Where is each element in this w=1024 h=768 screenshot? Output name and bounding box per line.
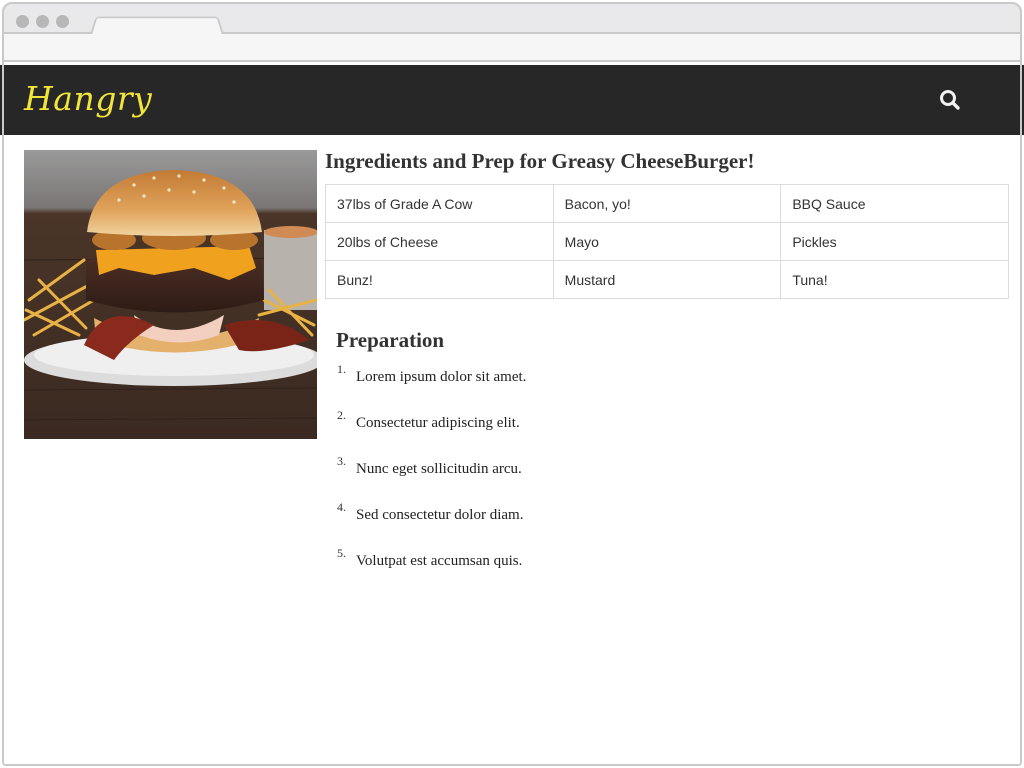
ingredient-cell: Bunz!	[325, 260, 554, 299]
ingredient-cell: Bacon, yo!	[552, 184, 782, 223]
step-text: Consectetur adipiscing elit.	[356, 415, 520, 431]
ingredients-table: 37lbs of Grade A Cow Bacon, yo! BBQ Sauc…	[325, 184, 1009, 299]
ingredient-cell: 20lbs of Cheese	[325, 222, 554, 261]
search-button[interactable]	[936, 86, 964, 114]
list-item: 2. Consectetur adipiscing elit.	[336, 408, 936, 454]
window-close-dot[interactable]	[16, 15, 29, 28]
step-number: 1.	[337, 362, 346, 376]
ingredient-cell: 37lbs of Grade A Cow	[325, 184, 554, 223]
table-row: 37lbs of Grade A Cow Bacon, yo! BBQ Sauc…	[325, 184, 1009, 223]
ingredient-cell: BBQ Sauce	[780, 184, 1009, 223]
address-bar[interactable]	[3, 34, 1021, 62]
preparation-steps: 1. Lorem ipsum dolor sit amet. 2. Consec…	[336, 362, 936, 592]
list-item: 5. Volutpat est accumsan quis.	[336, 546, 936, 592]
burger-photo	[24, 150, 317, 439]
app-header: Hangry	[0, 65, 1024, 135]
table-row: 20lbs of Cheese Mayo Pickles	[325, 222, 1009, 261]
ingredient-cell: Mayo	[552, 222, 782, 261]
list-item: 1. Lorem ipsum dolor sit amet.	[336, 362, 936, 408]
window-minimize-dot[interactable]	[36, 15, 49, 28]
browser-titlebar	[3, 3, 1021, 38]
step-text: Lorem ipsum dolor sit amet.	[356, 369, 527, 385]
list-item: 4. Sed consectetur dolor diam.	[336, 500, 936, 546]
step-number: 4.	[337, 500, 346, 514]
list-item: 3. Nunc eget sollicitudin arcu.	[336, 454, 936, 500]
step-text: Nunc eget sollicitudin arcu.	[356, 461, 522, 477]
step-number: 3.	[337, 454, 346, 468]
ingredient-cell: Mustard	[552, 260, 782, 299]
table-row: Bunz! Mustard Tuna!	[325, 260, 1009, 299]
ingredient-cell: Tuna!	[780, 260, 1009, 299]
step-number: 2.	[337, 408, 346, 422]
brand-logo[interactable]: Hangry	[24, 79, 152, 118]
step-number: 5.	[337, 546, 346, 560]
window-maximize-dot[interactable]	[56, 15, 69, 28]
browser-window: Hangry Ingredients and Prep for Greasy C…	[0, 0, 1024, 768]
search-icon	[940, 90, 960, 110]
ingredient-cell: Pickles	[780, 222, 1009, 261]
step-text: Volutpat est accumsan quis.	[356, 553, 523, 569]
recipe-title: Ingredients and Prep for Greasy CheeseBu…	[325, 149, 755, 173]
step-text: Sed consectetur dolor diam.	[356, 507, 524, 523]
preparation-heading: Preparation	[336, 328, 445, 352]
